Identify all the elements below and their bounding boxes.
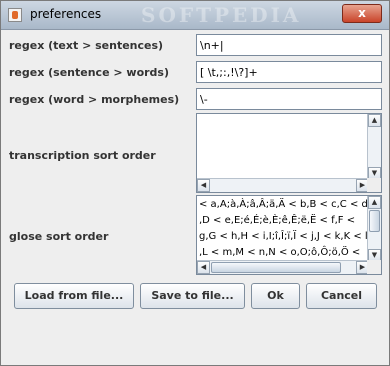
cancel-button[interactable]: Cancel bbox=[306, 283, 377, 309]
glose-sort-line: g,G < h,H < i,I;î,Î;ï,Ï < j,J < k,K < l bbox=[199, 231, 368, 242]
save-to-file-button[interactable]: Save to file... bbox=[140, 283, 245, 309]
glose-sort-label: glose sort order bbox=[9, 230, 109, 243]
scroll-left-icon[interactable]: ◀ bbox=[197, 261, 210, 274]
glose-sort-textarea[interactable]: < a,A;à,À;â,Â;ä,Ä < b,B < c,C < d ,D < e… bbox=[196, 195, 382, 275]
sentences-regex-label: regex (text > sentences) bbox=[9, 39, 164, 52]
scrollbar-corner bbox=[367, 178, 381, 192]
java-app-icon bbox=[8, 8, 22, 22]
title-bar[interactable]: preferences SOFTPEDIA x bbox=[1, 1, 389, 30]
scrollbar-corner bbox=[367, 260, 381, 274]
glose-sort-line: ,L < m,M < n,N < o,O;ô,Ô;ö,Ö < bbox=[199, 247, 361, 258]
watermark-text: SOFTPEDIA bbox=[141, 3, 302, 27]
horizontal-scroll-thumb[interactable] bbox=[211, 262, 341, 273]
glose-horizontal-scrollbar[interactable]: ◀ ▶ bbox=[197, 260, 369, 274]
scroll-up-icon[interactable]: ▲ bbox=[368, 196, 381, 209]
preferences-window: preferences SOFTPEDIA x regex (text > se… bbox=[0, 0, 390, 366]
transcription-sort-label: transcription sort order bbox=[9, 149, 156, 162]
transcription-vertical-scrollbar[interactable]: ▲ ▼ bbox=[367, 114, 381, 180]
sentences-regex-input[interactable]: \n+| bbox=[196, 34, 382, 56]
scroll-up-icon[interactable]: ▲ bbox=[368, 114, 381, 127]
scroll-left-icon[interactable]: ◀ bbox=[197, 179, 210, 192]
transcription-sort-textarea[interactable]: ▲ ▼ ◀ ▶ bbox=[196, 113, 382, 193]
glose-vertical-scrollbar[interactable]: ▲ ▼ bbox=[367, 196, 381, 262]
preferences-form: regex (text > sentences) \n+| regex (sen… bbox=[6, 31, 384, 359]
morphemes-regex-label: regex (word > morphemes) bbox=[9, 93, 180, 106]
glose-sort-line: < a,A;à,À;â,Â;ä,Ä < b,B < c,C < d bbox=[199, 199, 368, 210]
window-title: preferences bbox=[30, 7, 102, 21]
load-from-file-button[interactable]: Load from file... bbox=[14, 283, 134, 309]
close-button[interactable]: x bbox=[342, 4, 382, 23]
glose-sort-line: ,D < e,E;é,É;è,È;ê,Ê;ë,Ë < f,F < bbox=[199, 215, 356, 226]
words-regex-input[interactable]: [ \t,;:,!\?]+ bbox=[196, 61, 382, 83]
transcription-horizontal-scrollbar[interactable]: ◀ ▶ bbox=[197, 178, 369, 192]
glose-sort-text: < a,A;à,À;â,Â;ä,Ä < b,B < c,C < d ,D < e… bbox=[199, 197, 368, 261]
words-regex-label: regex (sentence > words) bbox=[9, 66, 170, 79]
morphemes-regex-input[interactable]: \- bbox=[196, 88, 382, 110]
ok-button[interactable]: Ok bbox=[251, 283, 300, 309]
vertical-scroll-thumb[interactable] bbox=[369, 210, 380, 232]
